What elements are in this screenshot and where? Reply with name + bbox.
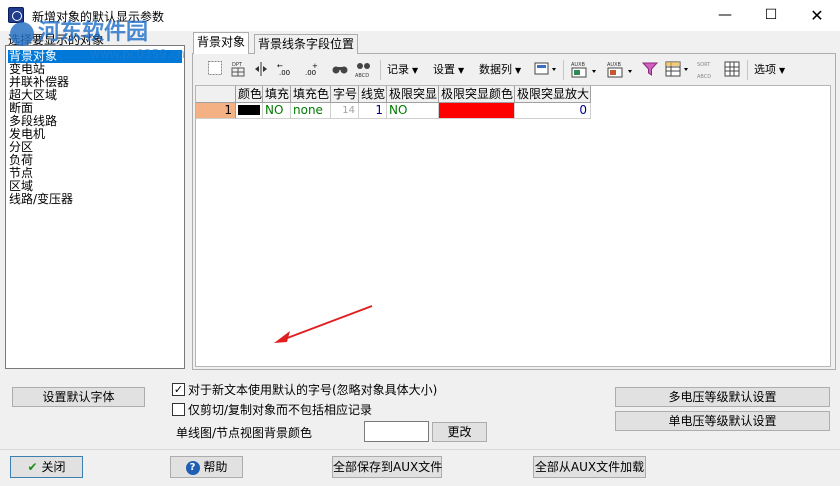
help-button[interactable]: ? 帮助 — [170, 456, 243, 478]
background-color-swatch[interactable] — [364, 421, 429, 442]
grid-corner-cell — [196, 86, 236, 103]
close-button[interactable]: ✔ 关闭 — [10, 456, 83, 478]
help-button-label: 帮助 — [203, 460, 228, 474]
change-color-button[interactable]: 更改 — [432, 422, 487, 442]
maximize-button[interactable]: ☐ — [748, 0, 794, 31]
chevron-down-icon: ▼ — [779, 66, 786, 75]
aux-import-icon[interactable]: AUXB — [606, 60, 636, 80]
toolbar-separator — [563, 60, 564, 80]
options-menu-label: 选项 — [754, 63, 776, 76]
grid-header-color[interactable]: 颜色 — [236, 86, 263, 103]
table-icon[interactable] — [722, 60, 742, 80]
find-replace-icon[interactable]: ABCD — [354, 60, 374, 80]
data-columns-menu-label: 数据列 — [479, 63, 512, 76]
footer-divider — [0, 449, 840, 450]
layout-dropdown-icon[interactable] — [533, 60, 559, 80]
chevron-down-icon: ▼ — [515, 66, 522, 75]
watermark-brand: 河东软件园 — [38, 19, 149, 45]
aux-export-icon[interactable]: AUXB — [570, 60, 600, 80]
close-window-button[interactable]: ✕ — [794, 0, 840, 31]
chevron-down-icon: ▼ — [458, 66, 465, 75]
tab-background-line-field-position[interactable]: 背景线条字段位置 — [254, 34, 359, 54]
grid-cell-limit-highlight[interactable]: NO — [387, 103, 439, 119]
table-format-icon[interactable] — [664, 60, 692, 80]
grid-cell-fill-color[interactable]: none — [291, 103, 331, 119]
app-icon — [8, 7, 24, 23]
grid-cell-color[interactable] — [236, 103, 263, 119]
data-columns-menu[interactable]: 数据列 ▼ — [479, 58, 521, 82]
grid-header-fill[interactable]: 填充 — [263, 86, 291, 103]
cut-copy-objects-only-checkbox[interactable] — [172, 403, 185, 416]
records-menu-label: 记录 — [387, 63, 409, 76]
multi-voltage-defaults-button[interactable]: 多电压等级默认设置 — [615, 387, 830, 407]
settings-menu[interactable]: 设置 ▼ — [433, 58, 464, 82]
default-font-size-checkbox[interactable]: ✓ — [172, 383, 185, 396]
grid-header-limit-highlight[interactable]: 极限突显 — [387, 86, 439, 103]
sort-label: SORT — [697, 62, 711, 68]
cut-copy-objects-only-label[interactable]: 仅剪切/复制对象而不包括相应记录 — [188, 401, 372, 418]
split-columns-icon[interactable] — [251, 60, 271, 80]
records-menu[interactable]: 记录 ▼ — [387, 58, 418, 82]
minimize-button[interactable]: — — [702, 0, 748, 31]
find-icon[interactable] — [330, 60, 350, 80]
decimal-minus-label: .00 — [279, 69, 290, 77]
chevron-down-icon: ▼ — [412, 66, 419, 75]
annotation-arrow-icon — [274, 305, 373, 343]
grid-header-fill-color[interactable]: 填充色 — [291, 86, 331, 103]
close-button-label: 关闭 — [41, 460, 66, 474]
object-list[interactable]: 背景对象 变电站 并联补偿器 超大区域 断面 多段线路 发电机 分区 负荷 节点… — [5, 45, 185, 369]
grid-cell-limit-highlight-zoom[interactable]: 0 — [515, 103, 591, 119]
tab-background-objects[interactable]: 背景对象 — [193, 32, 250, 54]
grid-row-number[interactable]: 1 — [196, 103, 236, 119]
sort-abcd-label: ABCD — [697, 74, 711, 80]
grid-cell-limit-highlight-color[interactable] — [439, 103, 515, 119]
abcd-label: ABCD — [355, 73, 369, 79]
decimal-plus-label: .00 — [305, 69, 316, 77]
toolbar-separator — [380, 60, 381, 80]
color-swatch — [238, 105, 260, 115]
grid-header-font-size[interactable]: 字号 — [331, 86, 359, 103]
load-all-aux-button[interactable]: 全部从AUX文件加载 — [533, 456, 646, 478]
single-voltage-defaults-button[interactable]: 单电压等级默认设置 — [615, 411, 830, 431]
aux-label-2: AUXB — [607, 62, 622, 68]
save-all-aux-button[interactable]: 全部保存到AUX文件 — [332, 456, 442, 478]
grid-header-limit-highlight-zoom[interactable]: 极限突显放大 — [515, 86, 591, 103]
options-menu[interactable]: 选项 ▼ — [754, 58, 785, 82]
dpt-icon[interactable]: DPT — [228, 60, 248, 80]
checkmark-icon: ✔ — [27, 460, 38, 474]
grid-cell-fill[interactable]: NO — [263, 103, 291, 119]
help-icon: ? — [185, 460, 200, 475]
set-default-font-button[interactable]: 设置默认字体 — [12, 387, 145, 407]
grid-cell-line-width[interactable]: 1 — [359, 103, 387, 119]
decrease-decimal-icon[interactable]: ← .00 — [276, 60, 296, 80]
settings-menu-label: 设置 — [433, 63, 455, 76]
grid-cell-font-size[interactable]: 14 — [331, 103, 359, 119]
default-font-size-label[interactable]: 对于新文本使用默认的字号(忽略对象具体大小) — [188, 381, 437, 398]
aux-label: AUXB — [571, 62, 586, 68]
checkmark-icon: ✓ — [173, 383, 184, 396]
object-item-line-transformer[interactable]: 线路/变压器 — [8, 193, 74, 206]
watermark-url: www.pc0359.cn — [90, 47, 185, 61]
grid-select-icon[interactable] — [205, 60, 225, 80]
grid-header-limit-highlight-color[interactable]: 极限突显颜色 — [439, 86, 515, 103]
sort-icon[interactable]: SORT ABCD — [696, 60, 720, 80]
toolbar-separator — [747, 60, 748, 80]
dpt-label: DPT — [232, 62, 243, 68]
watermark-logo-icon — [10, 22, 34, 46]
increase-decimal-icon[interactable]: + .00 — [302, 60, 322, 80]
filter-icon[interactable] — [640, 60, 660, 80]
grid-header-line-width[interactable]: 线宽 — [359, 86, 387, 103]
background-color-label: 单线图/节点视图背景颜色 — [176, 426, 313, 440]
